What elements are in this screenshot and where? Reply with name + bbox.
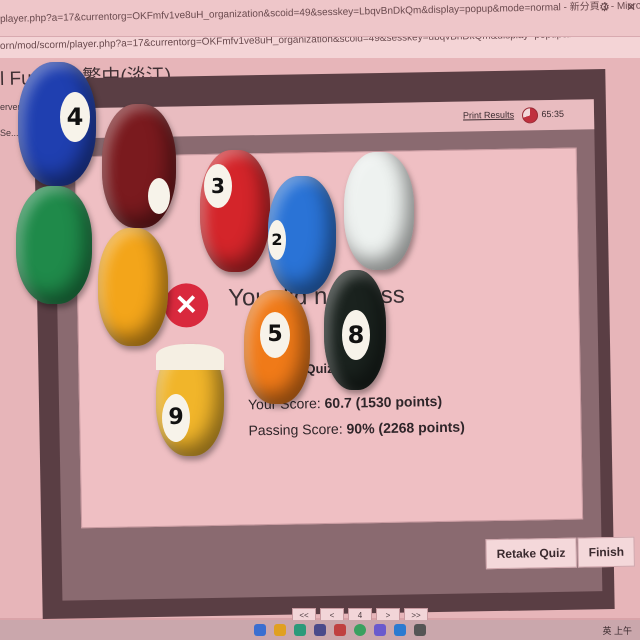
ball-number: 3 (204, 164, 232, 208)
taskbar-app-icon[interactable] (394, 624, 406, 636)
billiard-ball-5: 5 (244, 290, 310, 404)
billiard-ball-4: 4 (18, 62, 96, 186)
system-tray[interactable]: 英 上午 (602, 624, 632, 637)
finish-button[interactable]: Finish (577, 536, 636, 568)
ball-number: 8 (342, 310, 370, 360)
taskbar-app-icon[interactable] (294, 624, 306, 636)
timer-text: 65:35 (541, 108, 565, 120)
billiard-ball-green (16, 186, 92, 304)
passing-score-line: Passing Score: 90% (2268 points) (248, 419, 465, 439)
taskbar-app-icon[interactable] (374, 624, 386, 636)
billiard-ball-maroon (102, 104, 176, 228)
timer-icon (521, 107, 539, 124)
billiard-ball-2: 2 (268, 176, 336, 294)
taskbar-app-icon[interactable] (254, 624, 266, 636)
address-bar[interactable]: orn/mod/scorm/player.php?a=17&currentorg… (0, 36, 640, 60)
taskbar-app-icon[interactable] (334, 624, 346, 636)
close-icon[interactable]: ✕ (626, 0, 636, 14)
taskbar-app-icon[interactable] (354, 624, 366, 636)
ball-number: 9 (162, 394, 190, 442)
taskbar-app-icon[interactable] (314, 624, 326, 636)
window-controls: ⚙ ✕ (599, 0, 636, 14)
ball-stripe-top (156, 344, 224, 370)
billiard-ball-3: 3 (200, 150, 270, 272)
browser-title-bar: player.php?a=17&currentorg=OKFmfv1ve8uH_… (0, 0, 640, 36)
settings-icon[interactable]: ⚙ (599, 0, 610, 14)
billiard-ball-8: 8 (324, 270, 386, 390)
print-results-link[interactable]: Print Results (463, 110, 514, 121)
billiard-ball-yellow (98, 228, 168, 346)
billiard-cue-ball (344, 152, 414, 270)
ball-spot (148, 178, 170, 214)
passing-value: 90% (2268 points) (346, 418, 465, 437)
window-title: player.php?a=17&currentorg=OKFmfv1ve8uH_… (0, 0, 640, 25)
score-value: 60.7 (324, 394, 352, 411)
retake-quiz-button[interactable]: Retake Quiz (485, 537, 577, 570)
side-text[interactable]: Se... (0, 128, 19, 138)
address-url[interactable]: orn/mod/scorm/player.php?a=17&currentorg… (0, 37, 630, 52)
score-points: (1530 points) (355, 392, 443, 411)
ball-number: 5 (260, 312, 290, 358)
ball-number: 4 (60, 92, 90, 142)
billiard-ball-9: 9 (156, 344, 224, 456)
passing-prefix: Passing Score: (248, 420, 347, 439)
fail-icon: ✕ (163, 283, 209, 328)
taskbar-app-icon[interactable] (274, 624, 286, 636)
taskbar: 英 上午 (0, 620, 640, 640)
taskbar-app-icon[interactable] (414, 624, 426, 636)
ball-number: 2 (268, 220, 286, 260)
